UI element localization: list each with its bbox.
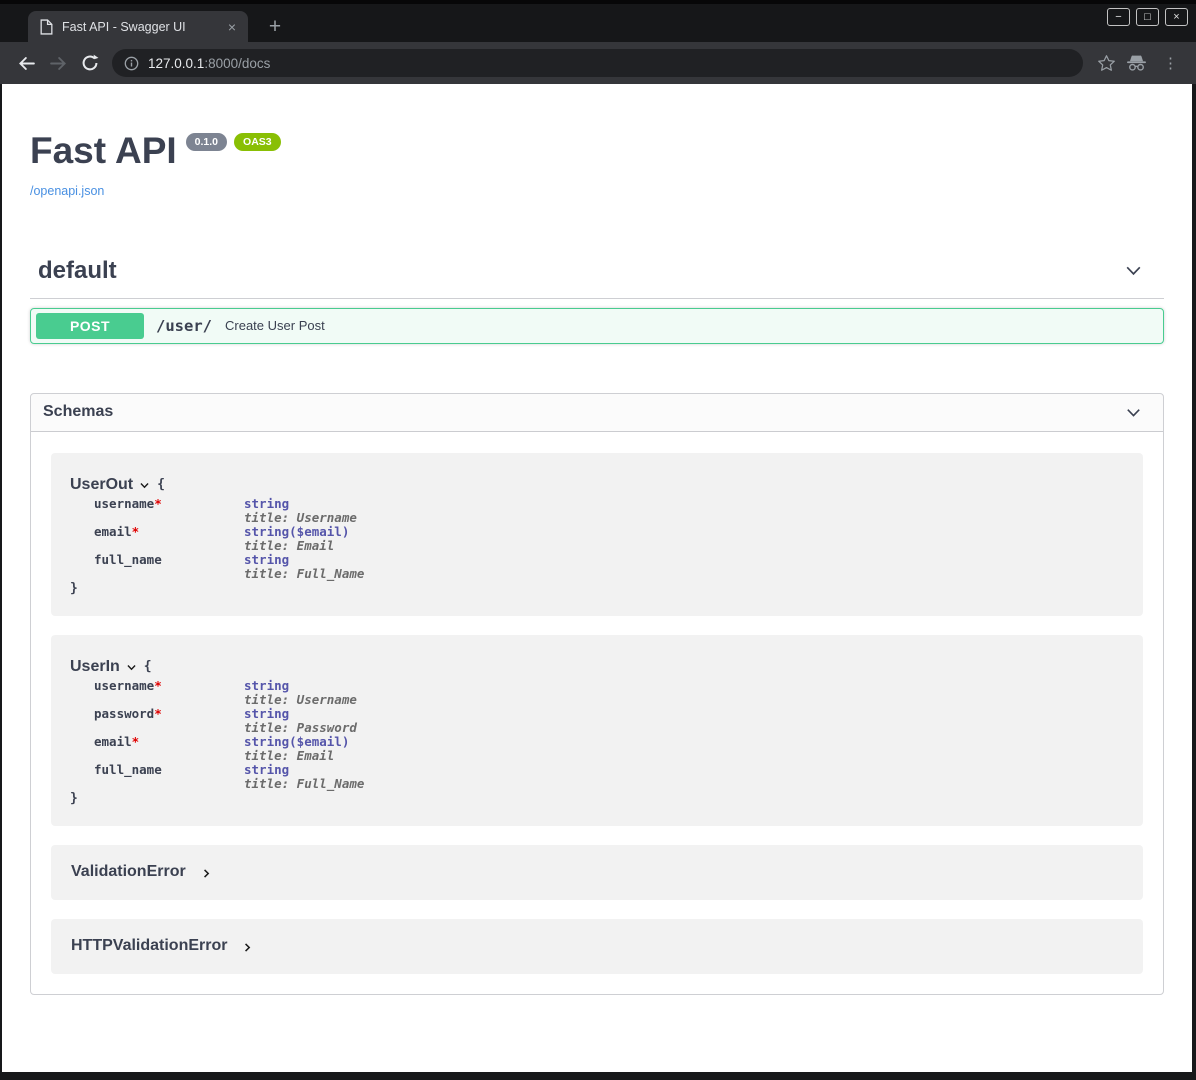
property-name: full_name	[94, 552, 162, 567]
tag-label: default	[38, 257, 117, 285]
oas3-badge: OAS3	[234, 133, 281, 151]
endpoint-post-user[interactable]: POST /user/ Create User Post	[30, 308, 1164, 344]
new-tab-button[interactable]: +	[262, 15, 288, 39]
schemas-section: Schemas UserOut {	[30, 393, 1164, 995]
chevron-down-icon[interactable]	[1123, 260, 1144, 281]
property-row: password* string title: Password	[94, 707, 364, 735]
property-type: string($email)	[244, 735, 364, 749]
property-name: password	[94, 706, 154, 721]
property-type: string	[244, 553, 364, 567]
property-title: title: Email	[244, 749, 364, 763]
property-name: username	[94, 678, 154, 693]
back-icon[interactable]	[10, 47, 42, 79]
property-type: string	[244, 497, 364, 511]
model-name: HTTPValidationError	[71, 937, 227, 955]
property-row: email* string($email) title: Email	[94, 525, 364, 553]
url-host: 127.0.0.1	[148, 56, 204, 71]
chevron-right-icon[interactable]	[241, 941, 254, 954]
bookmark-star-icon[interactable]	[1097, 54, 1116, 73]
forward-icon[interactable]	[42, 47, 74, 79]
close-brace: }	[70, 581, 1123, 596]
menu-kebab-icon[interactable]: ⋮	[1157, 54, 1184, 72]
open-brace: {	[144, 659, 152, 674]
endpoint-path: /user/	[156, 317, 212, 335]
property-name: username	[94, 496, 154, 511]
chevron-right-icon[interactable]	[200, 867, 213, 880]
window-controls: − □ ×	[1107, 8, 1188, 26]
chevron-down-icon[interactable]	[125, 661, 138, 674]
page-title: Fast API	[30, 132, 177, 171]
site-info-icon[interactable]	[124, 56, 139, 71]
property-row: username* string title: Username	[94, 497, 364, 525]
reload-icon[interactable]	[74, 47, 106, 79]
property-title: title: Full_Name	[244, 567, 364, 581]
property-row: full_name string title: Full_Name	[94, 763, 364, 791]
openapi-spec-link[interactable]: /openapi.json	[30, 184, 104, 198]
browser-tab[interactable]: Fast API - Swagger UI ×	[28, 11, 248, 42]
model-userout: UserOut { username* string title: Userna…	[51, 453, 1143, 616]
tab-close-icon[interactable]: ×	[224, 19, 240, 35]
model-name: UserIn	[70, 658, 120, 676]
page-file-icon	[40, 19, 53, 35]
tab-title: Fast API - Swagger UI	[62, 20, 224, 34]
property-type: string	[244, 763, 364, 777]
model-validationerror[interactable]: ValidationError	[51, 845, 1143, 900]
schemas-header[interactable]: Schemas	[31, 394, 1163, 432]
property-row: username* string title: Username	[94, 679, 364, 707]
property-title: title: Password	[244, 721, 364, 735]
property-type: string($email)	[244, 525, 364, 539]
chevron-down-icon[interactable]	[138, 479, 151, 492]
page-content: Fast API 0.1.0 OAS3 /openapi.json defaul…	[2, 84, 1192, 1072]
url-path: :8000/docs	[204, 56, 270, 71]
property-name: full_name	[94, 762, 162, 777]
incognito-icon	[1126, 54, 1147, 72]
endpoint-summary: Create User Post	[225, 318, 325, 333]
close-brace: }	[70, 791, 1123, 806]
required-star: *	[154, 496, 162, 511]
schemas-label: Schemas	[43, 403, 113, 421]
property-row: email* string($email) title: Email	[94, 735, 364, 763]
post-method-badge: POST	[36, 313, 144, 339]
browser-toolbar: 127.0.0.1:8000/docs ⋮	[0, 42, 1196, 84]
property-type: string	[244, 679, 364, 693]
tag-section-default[interactable]: default	[30, 257, 1164, 299]
property-name: email	[94, 734, 132, 749]
browser-titlebar: − □ × Fast API - Swagger UI × +	[0, 0, 1196, 42]
model-title-row[interactable]: UserIn {	[70, 658, 1123, 676]
url-bar[interactable]: 127.0.0.1:8000/docs	[112, 49, 1083, 77]
model-httpvalidationerror[interactable]: HTTPValidationError	[51, 919, 1143, 974]
property-title: title: Username	[244, 693, 364, 707]
property-row: full_name string title: Full_Name	[94, 553, 364, 581]
required-star: *	[132, 734, 140, 749]
chevron-down-icon[interactable]	[1124, 403, 1143, 422]
maximize-button[interactable]: □	[1136, 8, 1159, 26]
url-text: 127.0.0.1:8000/docs	[148, 56, 270, 71]
model-title-row[interactable]: UserOut {	[70, 476, 1123, 494]
required-star: *	[132, 524, 140, 539]
property-title: title: Full_Name	[244, 777, 364, 791]
property-name: email	[94, 524, 132, 539]
property-title: title: Username	[244, 511, 364, 525]
required-star: *	[154, 706, 162, 721]
model-name: ValidationError	[71, 863, 186, 881]
required-star: *	[154, 678, 162, 693]
close-window-button[interactable]: ×	[1165, 8, 1188, 26]
minimize-button[interactable]: −	[1107, 8, 1130, 26]
version-badge: 0.1.0	[186, 133, 227, 151]
open-brace: {	[157, 477, 165, 492]
model-name: UserOut	[70, 476, 133, 494]
model-userin: UserIn { username* string title: Usernam…	[51, 635, 1143, 826]
property-title: title: Email	[244, 539, 364, 553]
property-type: string	[244, 707, 364, 721]
api-info: Fast API 0.1.0 OAS3 /openapi.json	[30, 132, 1164, 200]
